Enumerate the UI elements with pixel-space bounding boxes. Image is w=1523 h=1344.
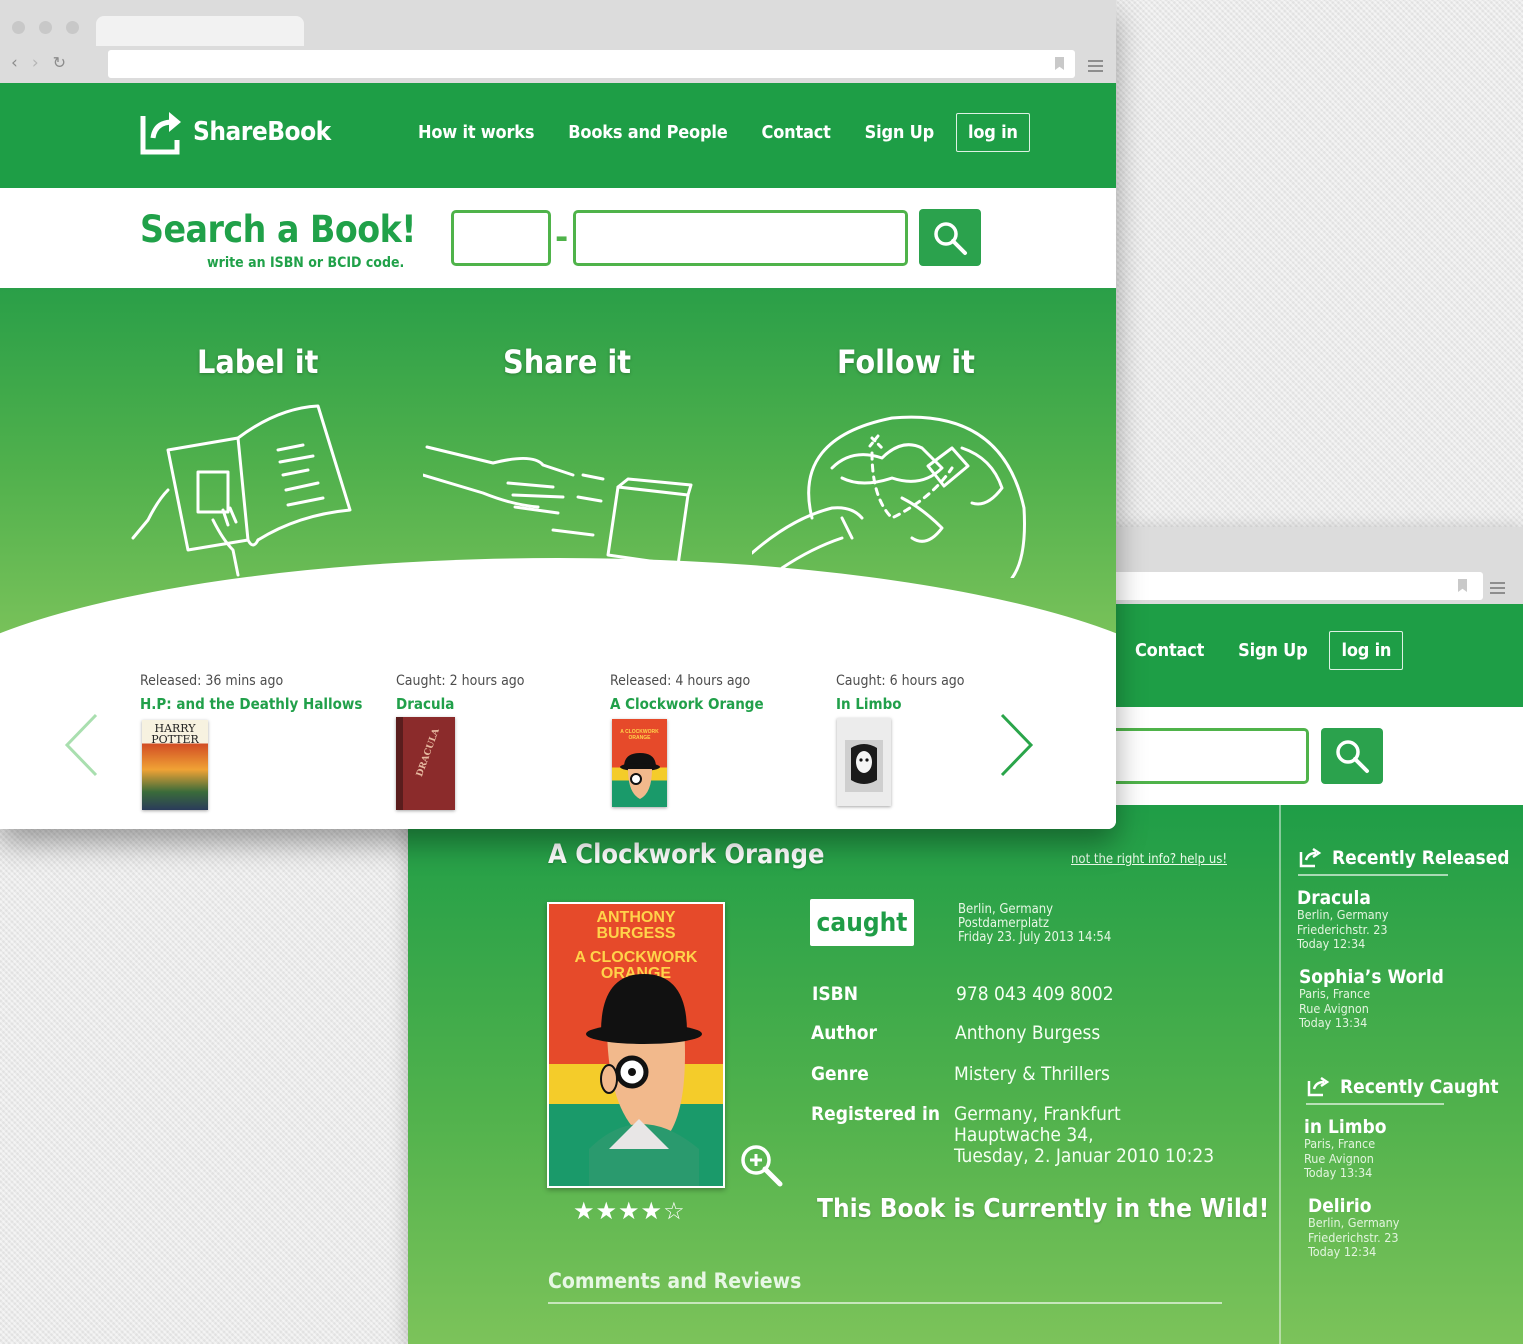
recent-cover[interactable]: HARRY POTTER: [142, 720, 208, 810]
search-separator: -: [555, 218, 569, 256]
carousel-dot-3[interactable]: [579, 612, 591, 624]
home-window: ‹ › ↻ ShareBook How it works Books and P…: [0, 0, 1116, 829]
book-cover[interactable]: ANTHONY BURGESS A CLOCKWORK ORANGE: [547, 902, 725, 1188]
recent-status: Released: 4 hours ago: [610, 673, 751, 689]
nav-how-it-works[interactable]: How it works: [418, 122, 534, 143]
isbn-label: ISBN: [812, 983, 858, 1005]
sidebar-divider: [1279, 805, 1281, 1344]
registered-label: Registered in: [811, 1103, 941, 1125]
browser-nav: ‹ › ↻: [11, 53, 66, 73]
back-icon[interactable]: ‹: [11, 53, 18, 73]
recent-status: Caught: 6 hours ago: [836, 673, 965, 689]
recent-cover[interactable]: A CLOCKWORK ORANGE: [612, 719, 667, 807]
label-book-illustration: [131, 404, 352, 577]
status-badge: caught: [810, 899, 914, 946]
cover-figure-icon: [845, 740, 883, 792]
comments-divider: [548, 1302, 1222, 1304]
search-icon: [1336, 740, 1369, 773]
menu-icon[interactable]: [1088, 60, 1103, 75]
main-nav: How it works Books and People Contact Si…: [418, 113, 1030, 152]
comments-heading[interactable]: Comments and Reviews: [548, 1269, 801, 1293]
brand-name: ShareBook: [193, 117, 331, 147]
nav-signup[interactable]: Sign Up: [1238, 640, 1308, 661]
recent-status: Caught: 2 hours ago: [396, 673, 525, 689]
search-hint: write an ISBN or BCID code.: [207, 255, 405, 271]
book-title: A Clockwork Orange: [548, 839, 825, 870]
reload-icon[interactable]: ↻: [53, 53, 66, 73]
address-bar[interactable]: [108, 50, 1075, 78]
recent-status: Released: 36 mins ago: [140, 673, 284, 689]
recent-item[interactable]: Released: 4 hours ago A Clockwork Orange: [610, 673, 764, 713]
step-follow-it: Follow it: [837, 343, 975, 381]
caught-divider: [1306, 1103, 1444, 1105]
cover-text: A CLOCKWORK ORANGE: [620, 729, 659, 741]
share-icon: [1307, 1077, 1330, 1097]
registered-value: Germany, Frankfurt Hauptwache 34, Tuesda…: [954, 1103, 1215, 1167]
recent-cover[interactable]: [837, 718, 891, 806]
window-controls: [12, 21, 79, 34]
search-button[interactable]: [919, 209, 981, 266]
step-label-it: Label it: [197, 343, 319, 381]
login-button[interactable]: log in: [1329, 631, 1404, 670]
login-button[interactable]: log in: [955, 113, 1030, 152]
nav-books-and-people[interactable]: Books and People: [568, 122, 727, 143]
caught-item[interactable]: Delirio Berlin, Germany Friederichstr. 2…: [1308, 1196, 1399, 1260]
wild-status: This Book is Currently in the Wild!: [817, 1194, 1270, 1224]
share-hand-illustration: [423, 445, 693, 567]
author-value: Anthony Burgess: [955, 1022, 1101, 1044]
released-item[interactable]: Sophia’s World Paris, France Rue Avignon…: [1299, 967, 1444, 1031]
forward-icon[interactable]: ›: [32, 53, 39, 73]
carousel-dot-1[interactable]: [521, 612, 533, 624]
brand-logo[interactable]: ShareBook: [139, 108, 331, 156]
genre-value: Mistery & Thrillers: [954, 1063, 1110, 1085]
cover-face-icon: [620, 753, 660, 799]
recently-released-heading: Recently Released: [1298, 847, 1510, 869]
close-dot[interactable]: [12, 21, 25, 34]
step-share-it: Share it: [503, 343, 632, 381]
previous-arrow-icon[interactable]: [62, 712, 102, 778]
caught-location: Berlin, Germany Postdamerplatz Friday 23…: [958, 902, 1112, 945]
share-icon: [1299, 848, 1322, 868]
nav-contact[interactable]: Contact: [1135, 640, 1204, 661]
cover-text: DRACULA: [415, 727, 442, 779]
browser-tab[interactable]: [96, 16, 304, 46]
isbn-prefix-input[interactable]: [451, 210, 551, 266]
search-button[interactable]: [1321, 728, 1383, 784]
recently-caught-heading: Recently Caught: [1306, 1076, 1499, 1098]
maximize-dot[interactable]: [66, 21, 79, 34]
zoom-icon[interactable]: [738, 1142, 784, 1188]
sharebook-logo-icon: [140, 112, 181, 155]
rating-stars[interactable]: ★★★★☆: [573, 1197, 686, 1225]
search-icon: [934, 221, 967, 255]
carousel-dot-2[interactable]: [550, 612, 562, 624]
carousel-indicators: [521, 612, 591, 624]
follow-globe-illustration: [752, 415, 1026, 578]
recent-title[interactable]: A Clockwork Orange: [610, 695, 764, 713]
help-link[interactable]: not the right info? help us!: [1071, 852, 1227, 867]
nav-signup[interactable]: Sign Up: [865, 122, 935, 143]
released-item[interactable]: Dracula Berlin, Germany Friederichstr. 2…: [1297, 888, 1388, 952]
recent-item[interactable]: Caught: 2 hours ago Dracula: [396, 673, 525, 713]
cover-illustration: [549, 974, 723, 1186]
released-divider: [1298, 874, 1448, 876]
menu-icon[interactable]: [1490, 582, 1505, 597]
recent-title[interactable]: Dracula: [396, 695, 525, 713]
author-label: Author: [811, 1022, 877, 1044]
recent-title[interactable]: In Limbo: [836, 695, 965, 713]
search-heading: Search a Book!: [140, 208, 416, 251]
caught-item[interactable]: in Limbo Paris, France Rue Avignon Today…: [1304, 1117, 1387, 1181]
genre-label: Genre: [811, 1063, 869, 1085]
minimize-dot[interactable]: [39, 21, 52, 34]
recent-item[interactable]: Released: 36 mins ago H.P: and the Death…: [140, 673, 362, 713]
cover-text: HARRY POTTER: [151, 722, 199, 746]
nav-contact[interactable]: Contact: [762, 122, 831, 143]
main-nav: Contact Sign Up log in: [1135, 631, 1404, 670]
next-arrow-icon[interactable]: [996, 712, 1036, 778]
recent-title[interactable]: H.P: and the Deathly Hallows: [140, 695, 362, 713]
recent-cover[interactable]: DRACULA: [396, 717, 455, 810]
recent-item[interactable]: Caught: 6 hours ago In Limbo: [836, 673, 965, 713]
isbn-code-input[interactable]: [573, 210, 908, 266]
isbn-value: 978 043 409 8002: [956, 983, 1114, 1005]
